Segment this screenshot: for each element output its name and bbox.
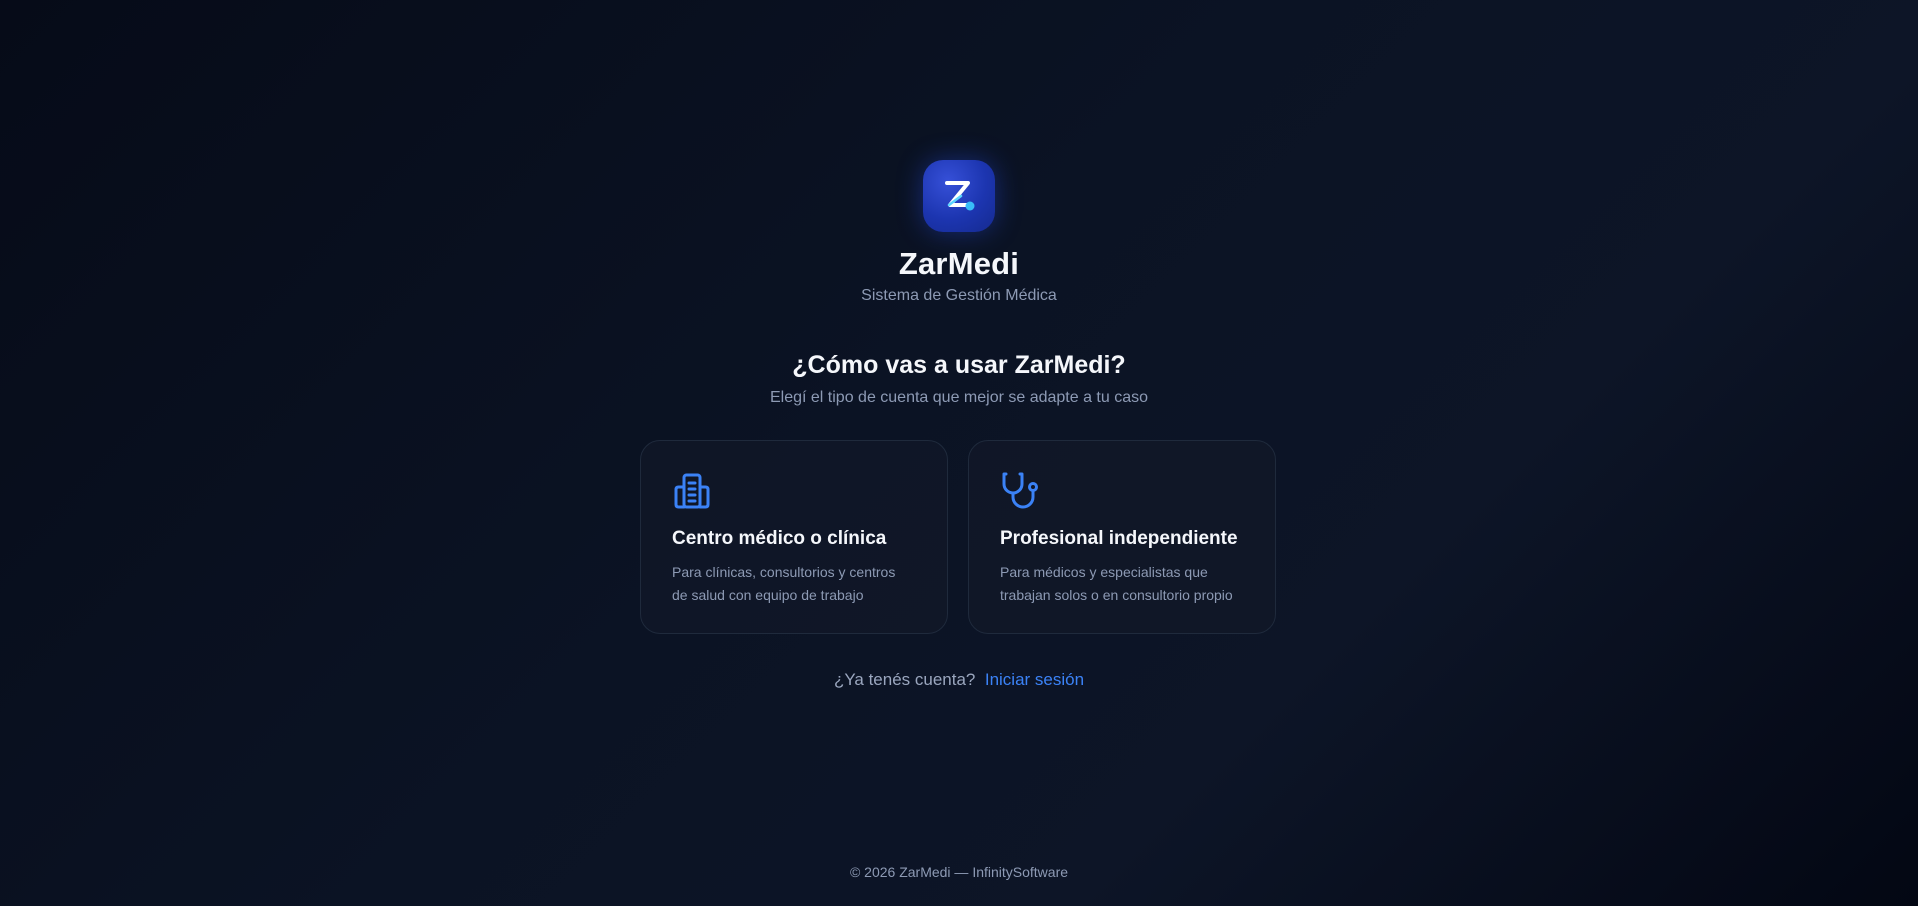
account-type-options: Centro médico o clínica Para clínicas, c… — [640, 440, 1276, 634]
login-link[interactable]: Iniciar sesión — [985, 670, 1084, 689]
professional-card-description-line-1: Para médicos y especialistas que — [1000, 564, 1208, 580]
building-icon — [674, 473, 710, 509]
page-title: ¿Cómo vas a usar ZarMedi? — [792, 351, 1126, 379]
footer-copyright: © 2026 ZarMedi — InfinitySoftware — [849, 864, 1069, 880]
professional-card-title: Profesional independiente — [1000, 528, 1238, 549]
app-name: ZarMedi — [898, 246, 1020, 281]
professional-card-description: Para médicos y especialistas que trabaja… — [1000, 561, 1245, 607]
page-subtitle: Elegí el tipo de cuenta que mejor se ada… — [769, 389, 1149, 406]
login-prompt-text: ¿Ya tenés cuenta? — [833, 670, 981, 689]
clinic-card-title: Centro médico o clínica — [672, 528, 887, 549]
zarmedi-logo — [923, 160, 995, 232]
clinic-card-description-line-2: de salud con equipo de trabajo — [672, 587, 864, 603]
clinic-card-description-line-1: Para clínicas, consultorios y centros — [672, 564, 896, 580]
independent-professional-card[interactable]: Profesional independiente Para médicos y… — [968, 440, 1276, 634]
login-prompt-row: ¿Ya tenés cuenta? Iniciar sesión — [0, 669, 1918, 691]
app-tagline: Sistema de Gestión Médica — [861, 287, 1057, 304]
logo-z-icon — [945, 181, 975, 211]
professional-card-description-line-2: trabajan solos o en consultorio propio — [1000, 587, 1233, 603]
stethoscope-icon — [1002, 472, 1038, 509]
brand-header: ZarMedi Sistema de Gestión Médica — [0, 160, 1918, 306]
clinic-account-card[interactable]: Centro médico o clínica Para clínicas, c… — [640, 440, 948, 634]
clinic-card-description: Para clínicas, consultorios y centros de… — [672, 561, 917, 607]
account-type-page: ZarMedi Sistema de Gestión Médica ¿Cómo … — [0, 0, 1918, 906]
